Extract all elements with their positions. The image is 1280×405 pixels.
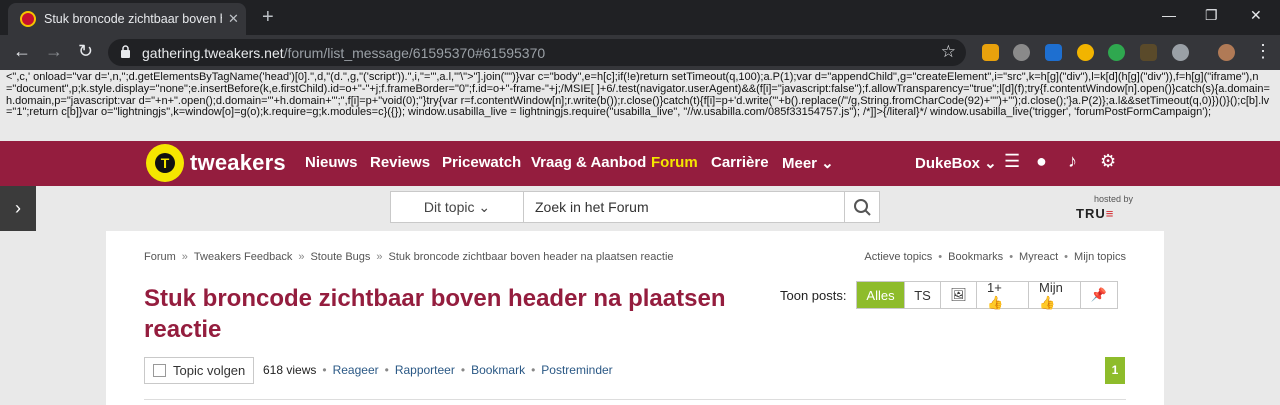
- dark-icon[interactable]: [1140, 44, 1157, 61]
- logo-text[interactable]: tweakers: [190, 150, 286, 176]
- url-text: gathering.tweakers.net/forum/list_messag…: [142, 45, 546, 61]
- topic-actions: 618 views • Reageer • Rapporteer • Bookmark • Po…: [263, 363, 613, 377]
- back-button[interactable]: ←: [13, 41, 31, 62]
- link-bookmarks[interactable]: Bookmarks: [948, 251, 1003, 263]
- post-filter-group: Alles TS 🖼 1+ 👍 Mijn 👍 📌: [856, 280, 1118, 310]
- chrome-icon[interactable]: [1077, 44, 1094, 61]
- menu-icon[interactable]: ⋮: [1254, 41, 1272, 62]
- search-button[interactable]: [844, 192, 879, 222]
- sidebar-toggle[interactable]: ›: [0, 186, 36, 231]
- notification-bell-icon[interactable]: ♪: [1068, 151, 1077, 172]
- search-input[interactable]: [525, 192, 845, 222]
- address-bar[interactable]: gathering.tweakers.net/forum/list_messag…: [108, 39, 966, 66]
- follow-label: Topic volgen: [173, 363, 246, 378]
- report-link[interactable]: Rapporteer: [395, 363, 455, 377]
- site-header: T tweakers Nieuws Reviews Pricewatch Vra…: [0, 141, 1280, 186]
- forward-button[interactable]: →: [45, 41, 63, 62]
- filter-mijn-button[interactable]: Mijn 👍: [1029, 280, 1081, 310]
- page-title: Stuk broncode zichtbaar boven header na …: [144, 285, 726, 343]
- link-myreact[interactable]: Myreact: [1019, 251, 1058, 263]
- search-scope-dropdown[interactable]: Dit topic ⌄: [391, 192, 524, 222]
- browser-toolbar: ← → ↻ gathering.tweakers.net/forum/list_…: [0, 35, 1280, 70]
- avatar-icon[interactable]: [1218, 44, 1235, 61]
- translate-icon[interactable]: [1108, 44, 1125, 61]
- new-tab-button[interactable]: +: [262, 6, 274, 29]
- follow-checkbox[interactable]: [153, 364, 166, 377]
- list-icon[interactable]: ☰: [1004, 151, 1020, 172]
- restore-button[interactable]: ❐: [1205, 7, 1218, 24]
- filter-ts-button[interactable]: TS: [905, 282, 941, 308]
- divider: [144, 399, 1126, 400]
- chat-bubble-icon[interactable]: ●: [1036, 151, 1047, 172]
- browser-tab[interactable]: Stuk broncode zichtbaar boven h ✕: [8, 3, 246, 35]
- settings-gear-icon[interactable]: ⚙: [1100, 151, 1116, 172]
- tab-title: Stuk broncode zichtbaar boven h: [44, 12, 222, 26]
- lock-icon: [121, 45, 130, 58]
- nav-nieuws[interactable]: Nieuws: [305, 154, 358, 171]
- topic-follow-toggle[interactable]: Topic volgen: [144, 357, 254, 384]
- breadcrumb-stoute-bugs[interactable]: Stoute Bugs: [310, 251, 370, 263]
- nav-meer[interactable]: Meer ⌄: [782, 154, 834, 172]
- link-actieve-topics[interactable]: Actieve topics: [864, 251, 932, 263]
- bookmark-star-icon[interactable]: ☆: [941, 42, 956, 62]
- abp-icon[interactable]: [1013, 44, 1030, 61]
- breadcrumb-tweakers-feedback[interactable]: Tweakers Feedback: [194, 251, 292, 263]
- toon-posts-label: Toon posts:: [780, 288, 847, 303]
- user-menu[interactable]: DukeBox ⌄: [915, 154, 997, 172]
- topic-card: Forum» Tweakers Feedback» Stoute Bugs» Stuk…: [106, 231, 1164, 405]
- download-icon[interactable]: [982, 44, 999, 61]
- nav-vraag-aanbod[interactable]: Vraag & Aanbod: [531, 154, 646, 171]
- chat-icon[interactable]: [1172, 44, 1189, 61]
- hosted-by-label: hosted by: [1094, 194, 1134, 204]
- filter-thumbs-button[interactable]: 1+ 👍: [977, 280, 1029, 310]
- nav-pricewatch[interactable]: Pricewatch: [442, 154, 521, 171]
- breadcrumb-current[interactable]: Stuk broncode zichtbaar boven header na …: [389, 251, 674, 263]
- forum-search: Dit topic ⌄: [390, 191, 880, 223]
- views-count: 618 views: [263, 363, 317, 377]
- postreminder-link[interactable]: Postreminder: [541, 363, 612, 377]
- reload-button[interactable]: ↻: [78, 41, 93, 62]
- filter-image-icon[interactable]: 🖼: [941, 282, 977, 308]
- true-host-logo: TRU≡: [1076, 206, 1115, 221]
- search-icon: [854, 199, 871, 216]
- nav-forum[interactable]: Forum: [651, 154, 698, 171]
- page-number-badge[interactable]: 1: [1105, 357, 1125, 384]
- filter-alles-button[interactable]: Alles: [857, 282, 905, 308]
- leaked-source-code: <",c,' onload="var d=',n,";d.getElements…: [6, 72, 1270, 119]
- tweakers-logo-icon[interactable]: T: [146, 144, 184, 182]
- browser-tab-bar: Stuk broncode zichtbaar boven h ✕ + — ❐ …: [0, 0, 1280, 35]
- nav-reviews[interactable]: Reviews: [370, 154, 430, 171]
- breadcrumb-forum[interactable]: Forum: [144, 251, 176, 263]
- link-mijn-topics[interactable]: Mijn topics: [1074, 251, 1126, 263]
- tweakers-favicon-icon: [20, 11, 36, 27]
- top-links: Actieve topics • Bookmarks • Myreact • Mijn to…: [864, 251, 1126, 263]
- tab-close-icon[interactable]: ✕: [228, 11, 239, 27]
- nav-carriere[interactable]: Carrière: [711, 154, 769, 171]
- filter-pin-icon[interactable]: 📌: [1081, 282, 1117, 308]
- close-window-button[interactable]: ✕: [1250, 7, 1262, 24]
- breadcrumb: Forum» Tweakers Feedback» Stoute Bugs» Stuk…: [144, 251, 674, 263]
- reply-link[interactable]: Reageer: [333, 363, 379, 377]
- bookmark-icon[interactable]: [1045, 44, 1062, 61]
- minimize-button[interactable]: —: [1162, 7, 1176, 23]
- bookmark-link[interactable]: Bookmark: [471, 363, 525, 377]
